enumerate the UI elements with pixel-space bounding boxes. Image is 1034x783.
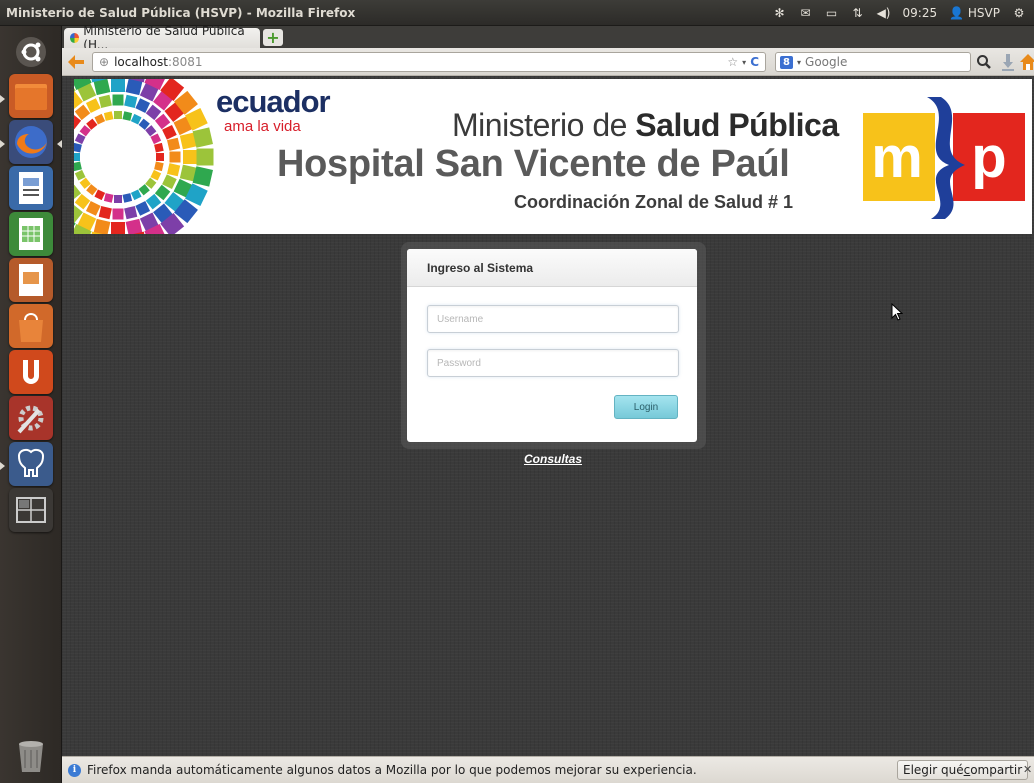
back-button[interactable] xyxy=(66,52,86,72)
search-icon[interactable] xyxy=(976,54,992,70)
header-banner: ecuador ama la vida Ministerio de Salud … xyxy=(74,79,1032,234)
search-placeholder: Google xyxy=(805,55,848,69)
notification-bar: i Firefox manda automáticamente algunos … xyxy=(62,756,1034,783)
volume-icon[interactable]: ◀) xyxy=(877,6,891,20)
login-button[interactable]: Login xyxy=(614,395,678,419)
svg-text:p: p xyxy=(971,125,1006,190)
hospital-title: Hospital San Vicente de Paúl xyxy=(277,143,790,185)
shopping-bag-icon xyxy=(19,313,43,342)
home-icon[interactable] xyxy=(1020,53,1034,71)
mail-icon[interactable]: ✉ xyxy=(799,6,813,20)
launcher xyxy=(0,26,62,783)
presentation-icon xyxy=(19,264,43,296)
close-icon[interactable]: ✕ xyxy=(1023,763,1032,776)
back-arrow-icon xyxy=(68,55,84,69)
ubuntu-one-icon xyxy=(23,360,39,384)
tab-bar: Ministerio de Salud Pública (H... + xyxy=(62,24,1034,52)
colorful-rays-logo-icon xyxy=(74,79,214,234)
reload-icon[interactable]: C xyxy=(750,55,759,69)
trash-launcher[interactable] xyxy=(9,734,53,778)
trash-icon xyxy=(19,741,43,772)
consultas-link[interactable]: Consultas xyxy=(524,452,582,466)
system-settings-launcher[interactable] xyxy=(9,396,53,440)
impress-launcher[interactable] xyxy=(9,258,53,302)
web-page: ecuador ama la vida Ministerio de Salud … xyxy=(62,76,1034,756)
brand-slogan: ama la vida xyxy=(224,118,301,135)
ministry-title: Ministerio de Salud Pública xyxy=(452,107,839,143)
url-text: localhost:8081 xyxy=(114,55,203,69)
wrench-icon xyxy=(17,405,44,434)
username-input[interactable]: Username xyxy=(427,305,679,333)
network-icon[interactable]: ⇅ xyxy=(851,6,865,20)
document-icon xyxy=(19,172,43,204)
svg-text:m: m xyxy=(871,125,923,190)
files-launcher[interactable] xyxy=(9,74,53,118)
plus-icon: + xyxy=(266,27,280,47)
favicon-icon xyxy=(70,33,80,43)
elephant-icon xyxy=(17,448,45,477)
url-bar[interactable]: ⊕ localhost:8081 ☆ ▾ C xyxy=(92,52,766,72)
login-title: Ingreso al Sistema xyxy=(407,249,697,287)
user-icon: 👤 xyxy=(949,5,965,20)
user-name: HSVP xyxy=(967,5,1000,20)
battery-icon[interactable]: ▭ xyxy=(825,6,839,20)
gear-icon[interactable]: ⚙ xyxy=(1012,6,1026,20)
calc-launcher[interactable] xyxy=(9,212,53,256)
dash-home-button[interactable] xyxy=(9,30,53,74)
ubuntu-one-launcher[interactable] xyxy=(9,350,53,394)
dropdown-arrow-icon[interactable]: ▾ xyxy=(742,58,746,67)
pgadmin-launcher[interactable] xyxy=(9,442,53,486)
clock[interactable]: 09:25 xyxy=(903,6,938,20)
window-title: Ministerio de Salud Pública (HSVP) - Moz… xyxy=(6,5,356,20)
top-panel: Ministerio de Salud Pública (HSVP) - Moz… xyxy=(0,0,1034,26)
workspace-switcher[interactable] xyxy=(9,488,53,532)
ubuntu-logo-icon xyxy=(16,37,46,67)
download-icon[interactable] xyxy=(1000,53,1016,71)
new-tab-button[interactable]: + xyxy=(263,29,283,46)
workspaces-icon xyxy=(16,497,46,523)
navigation-toolbar: ⊕ localhost:8081 ☆ ▾ C 8 ▾ Google xyxy=(62,48,1034,76)
mouse-cursor-icon xyxy=(891,303,903,321)
msp-logo-icon: m p xyxy=(857,93,1030,221)
writer-launcher[interactable] xyxy=(9,166,53,210)
indicator-area: ✻ ✉ ▭ ⇅ ◀) 09:25 👤 HSVP ⚙ xyxy=(773,6,1034,20)
software-center-launcher[interactable] xyxy=(9,304,53,348)
search-engine-dropdown-icon[interactable]: ▾ xyxy=(797,58,801,67)
dropbox-icon[interactable]: ✻ xyxy=(773,6,787,20)
firefox-icon xyxy=(15,126,47,158)
folder-icon xyxy=(15,84,47,110)
bookmark-star-icon[interactable]: ☆ xyxy=(727,55,738,69)
firefox-launcher[interactable] xyxy=(9,120,53,164)
globe-icon: ⊕ xyxy=(99,55,110,69)
login-panel: Ingreso al Sistema Username Password Log… xyxy=(407,249,697,442)
spreadsheet-icon xyxy=(19,218,43,250)
browser-tab[interactable]: Ministerio de Salud Pública (H... xyxy=(64,24,260,52)
brand-name: ecuador xyxy=(216,84,331,119)
info-icon: i xyxy=(68,763,81,777)
search-engine-icon[interactable]: 8 xyxy=(780,55,793,69)
choose-share-button[interactable]: Elegir qué c ompartir xyxy=(897,760,1029,780)
search-bar[interactable]: 8 ▾ Google xyxy=(775,52,971,72)
notification-message: Firefox manda automáticamente algunos da… xyxy=(87,763,697,777)
coordination-subtitle: Coordinación Zonal de Salud # 1 xyxy=(514,192,794,212)
user-menu[interactable]: 👤 HSVP xyxy=(949,6,1000,20)
password-input[interactable]: Password xyxy=(427,349,679,377)
